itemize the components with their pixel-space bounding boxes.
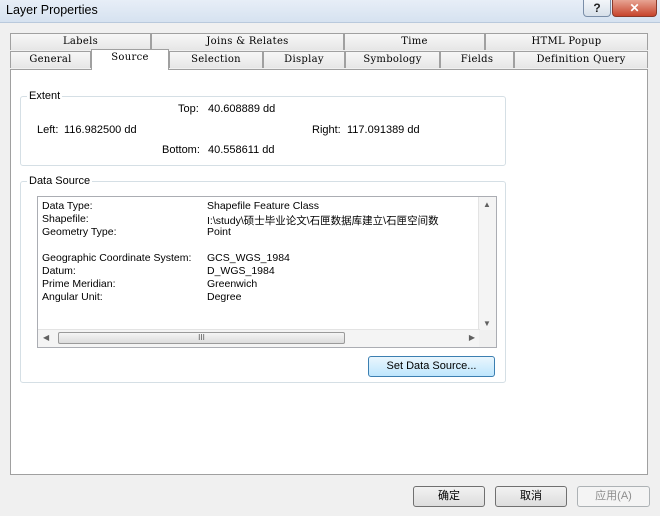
tab-selection[interactable]: Selection — [169, 51, 263, 68]
cancel-button[interactable]: 取消 — [495, 486, 567, 507]
data-source-legend: Data Source — [27, 175, 93, 187]
extent-legend: Extent — [27, 90, 63, 102]
tab-joins-relates[interactable]: Joins & Relates — [151, 33, 344, 50]
title-bar: Layer Properties ? ✕ — [0, 0, 660, 23]
tab-symbology[interactable]: Symbology — [345, 51, 440, 68]
tab-time[interactable]: Time — [344, 33, 485, 50]
right-label: Right: — [312, 124, 341, 136]
bottom-label: Bottom: — [162, 144, 200, 156]
horizontal-scrollbar[interactable]: ◀ III ▶ — [38, 329, 480, 347]
top-label: Top: — [178, 103, 199, 115]
scrollbar-thumb[interactable]: III — [58, 332, 345, 344]
ok-button[interactable]: 确定 — [413, 486, 485, 507]
row-value: Greenwich — [207, 278, 258, 290]
row-value: D_WGS_1984 — [207, 265, 275, 277]
row-value: GCS_WGS_1984 — [207, 252, 290, 264]
row-value: Degree — [207, 291, 242, 303]
row-value: I:\study\硕士毕业论文\石匣数据库建立\石匣空间数 — [207, 215, 439, 227]
scroll-right-icon[interactable]: ▶ — [469, 333, 475, 342]
row-label: Prime Meridian: — [42, 278, 116, 290]
tab-fields[interactable]: Fields — [440, 51, 514, 68]
close-button[interactable]: ✕ — [612, 0, 657, 17]
row-value: Shapefile Feature Class — [207, 200, 320, 212]
data-source-group: Data Source Data Type: Shapefile Feature… — [20, 175, 506, 383]
right-value: 117.091389 dd — [347, 124, 420, 136]
scrollbar-corner — [479, 330, 496, 347]
tab-labels[interactable]: Labels — [10, 33, 151, 50]
left-label: Left: — [37, 124, 59, 136]
vertical-scrollbar[interactable]: ▲ ▼ — [478, 197, 496, 331]
scroll-down-icon[interactable]: ▼ — [483, 319, 491, 328]
window-title: Layer Properties — [6, 3, 98, 17]
row-label: Geographic Coordinate System: — [42, 252, 192, 264]
scroll-up-icon[interactable]: ▲ — [483, 200, 491, 209]
scroll-left-icon[interactable]: ◀ — [43, 333, 49, 342]
apply-button[interactable]: 应用(A) — [577, 486, 650, 507]
row-value: Point — [207, 226, 231, 238]
tab-general[interactable]: General — [10, 51, 91, 68]
top-value: 40.608889 dd — [208, 103, 276, 115]
set-data-source-button[interactable]: Set Data Source... — [368, 356, 495, 377]
tab-html-popup[interactable]: HTML Popup — [485, 33, 648, 50]
tab-panel-source: Extent Top: 40.608889 dd Left: 116.98250… — [10, 69, 648, 475]
tab-source[interactable]: Source — [91, 49, 169, 70]
row-label: Shapefile: — [42, 213, 89, 225]
row-label: Datum: — [42, 265, 76, 277]
row-label: Data Type: — [42, 200, 93, 212]
tab-display[interactable]: Display — [263, 51, 345, 68]
bottom-value: 40.558611 dd — [208, 144, 275, 156]
tab-definition-query[interactable]: Definition Query — [514, 51, 648, 68]
row-label: Geometry Type: — [42, 226, 117, 238]
row-label: Angular Unit: — [42, 291, 103, 303]
left-value: 116.982500 dd — [64, 124, 137, 136]
data-source-textbox[interactable]: Data Type: Shapefile Feature Class Shape… — [37, 196, 497, 348]
help-button[interactable]: ? — [583, 0, 611, 17]
extent-group: Extent Top: 40.608889 dd Left: 116.98250… — [20, 90, 506, 166]
